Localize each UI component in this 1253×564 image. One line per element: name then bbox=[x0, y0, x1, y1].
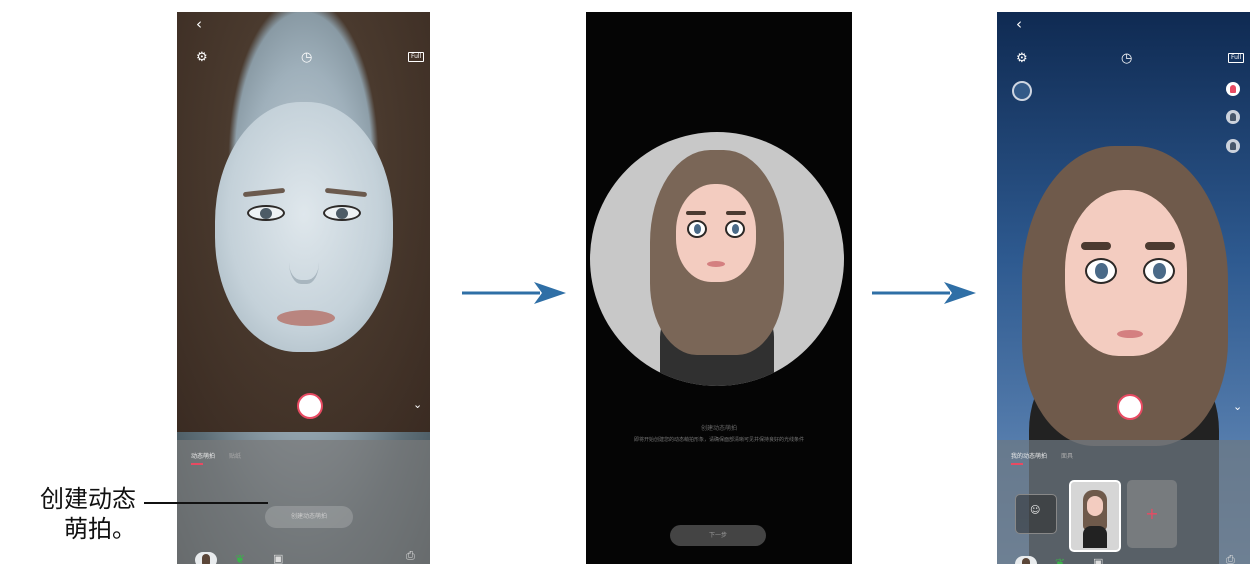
mask-icon: ☺ bbox=[1030, 505, 1041, 516]
shutter-button[interactable] bbox=[297, 393, 323, 419]
leaf-icon[interactable]: ❦ bbox=[235, 553, 245, 564]
tab-stickers[interactable]: 贴纸 bbox=[229, 451, 241, 460]
avatar-left-eye bbox=[687, 220, 707, 238]
dialog-title: 创建动态萌拍 bbox=[700, 425, 737, 432]
back-icon[interactable]: ‹ bbox=[1016, 17, 1022, 32]
avatar-thumb-icon[interactable] bbox=[195, 552, 217, 564]
edit-icon[interactable]: ▣ bbox=[1093, 557, 1103, 564]
arrow-right-icon bbox=[872, 282, 976, 304]
dialog-body: 即将开始创建您的动态萌拍形象，请确保面部清晰可见并保持良好的光线条件 bbox=[633, 437, 804, 443]
next-button[interactable]: 下一步 bbox=[670, 525, 766, 546]
avatar-camera-screen: ‹ ⚙ ◷ Full ⌄ 我的动态萌拍 面具 ☺ + ❦ ▣ ⎙ bbox=[997, 12, 1250, 564]
full-ratio-button[interactable]: Full bbox=[408, 52, 425, 62]
tab-indicator bbox=[191, 463, 203, 465]
tab-my-emoji[interactable]: 我的动态萌拍 bbox=[1011, 451, 1047, 460]
avatar-right-eye bbox=[1143, 258, 1175, 284]
avatar-preview-screen: 创建动态萌拍 即将开始创建您的动态萌拍形象，请确保面部清晰可见并保持良好的光线条… bbox=[586, 12, 852, 564]
avatar-card-body bbox=[1083, 526, 1107, 548]
full-ratio-button[interactable]: Full bbox=[1228, 53, 1245, 63]
avatar-thumb-icon[interactable] bbox=[1015, 556, 1037, 564]
avatar-left-eye bbox=[1085, 258, 1117, 284]
settings-icon[interactable]: ⚙ bbox=[1016, 52, 1028, 65]
tab-ar-emoji[interactable]: 动态萌拍 bbox=[191, 451, 215, 460]
avatar-preview-circle bbox=[590, 132, 844, 386]
annotation-label-line1: 创建动态 bbox=[40, 485, 136, 513]
back-icon[interactable]: ‹ bbox=[196, 17, 202, 32]
avatar-mouth bbox=[707, 261, 725, 267]
avatar-right-brow bbox=[1145, 242, 1175, 250]
leaf-icon[interactable]: ❦ bbox=[1055, 557, 1065, 564]
left-eye bbox=[247, 205, 285, 221]
add-avatar-button[interactable]: + bbox=[1127, 480, 1177, 548]
settings-icon[interactable]: ⚙ bbox=[196, 51, 208, 64]
tab-indicator bbox=[1011, 463, 1023, 465]
gallery-icon[interactable]: ⎙ bbox=[1226, 554, 1235, 564]
edit-icon[interactable]: ▣ bbox=[273, 553, 283, 564]
lips bbox=[277, 310, 335, 326]
avatar-card-face bbox=[1087, 496, 1103, 516]
chevron-down-icon[interactable]: ⌄ bbox=[1233, 400, 1242, 413]
mode-mirror-icon[interactable] bbox=[1226, 110, 1240, 124]
mode-panel: 我的动态萌拍 面具 ☺ + ❦ ▣ ⎙ bbox=[997, 440, 1250, 564]
chevron-down-icon[interactable]: ⌄ bbox=[413, 398, 422, 411]
camera-screen-face: ‹ ⚙ ◷ Full ⌄ 动态萌拍 贴纸 创建动态萌拍 ❦ ▣ ⎙ bbox=[177, 12, 430, 564]
timer-icon[interactable]: ◷ bbox=[301, 51, 312, 64]
tab-mask[interactable]: 面具 bbox=[1061, 451, 1073, 460]
avatar-right-eye bbox=[725, 220, 745, 238]
avatar-card-selected[interactable] bbox=[1069, 480, 1121, 552]
annotation-label-line2: 萌拍。 bbox=[64, 515, 136, 543]
create-ar-emoji-button[interactable]: 创建动态萌拍 bbox=[265, 506, 353, 528]
timer-icon[interactable]: ◷ bbox=[1121, 52, 1132, 65]
background-color-button[interactable] bbox=[1012, 81, 1032, 101]
avatar-left-brow bbox=[1081, 242, 1111, 250]
gallery-icon[interactable]: ⎙ bbox=[406, 550, 415, 561]
right-eye bbox=[323, 205, 361, 221]
shutter-button[interactable] bbox=[1117, 394, 1143, 420]
avatar-left-brow bbox=[686, 211, 706, 215]
avatar-right-brow bbox=[726, 211, 746, 215]
mode-play-icon[interactable] bbox=[1226, 139, 1240, 153]
annotation-leader-line bbox=[144, 502, 268, 504]
avatar-mouth bbox=[1117, 330, 1143, 338]
arrow-right-icon bbox=[462, 282, 566, 304]
mask-card[interactable]: ☺ bbox=[1015, 494, 1057, 534]
nose bbox=[289, 230, 319, 284]
mode-mask-icon[interactable] bbox=[1226, 82, 1240, 96]
